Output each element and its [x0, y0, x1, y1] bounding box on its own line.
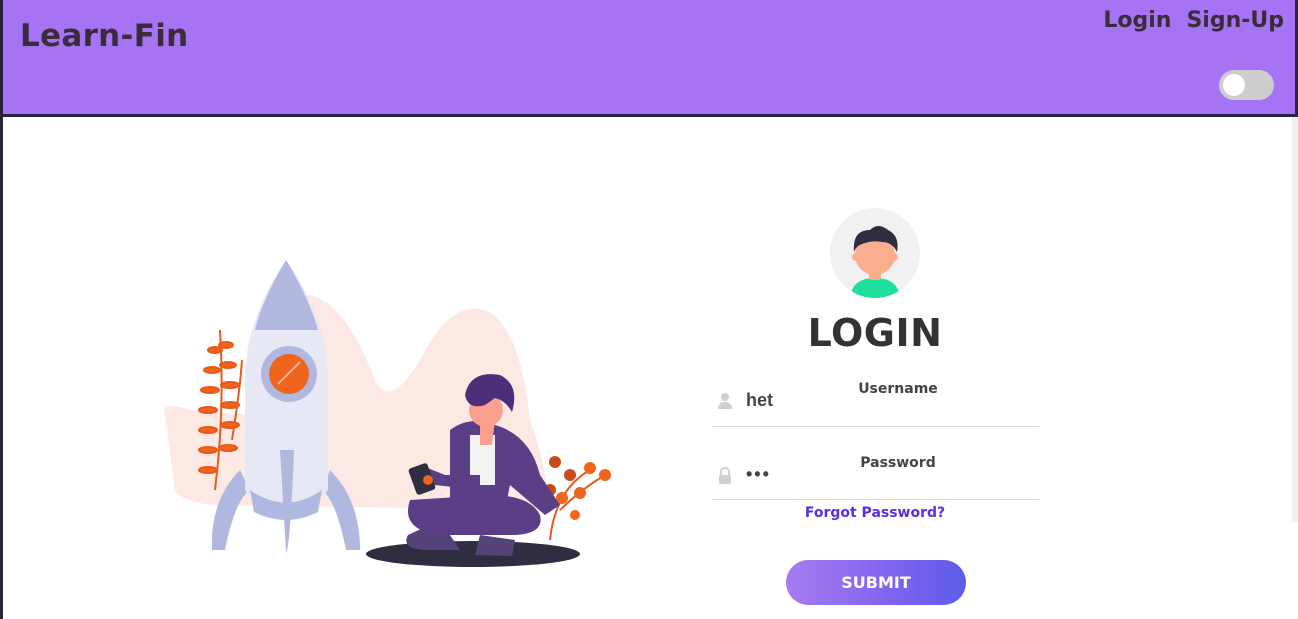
submit-button[interactable]: SUBMIT [786, 560, 966, 605]
brand-logo[interactable]: Learn-Fin [20, 18, 189, 54]
avatar-icon [850, 226, 900, 298]
password-input[interactable] [746, 464, 1026, 485]
login-title: LOGIN [807, 311, 943, 355]
navbar: Learn-Fin Login Sign-Up [0, 0, 1298, 117]
nav-login-link[interactable]: Login [1103, 8, 1171, 33]
user-avatar [830, 208, 920, 298]
nav-signup-link[interactable]: Sign-Up [1186, 8, 1284, 33]
theme-toggle[interactable] [1219, 70, 1274, 100]
password-field: Password [713, 452, 1039, 500]
username-input[interactable] [746, 390, 1026, 411]
user-icon [718, 393, 732, 409]
lock-icon [719, 466, 731, 484]
nav-links: Login Sign-Up [1103, 8, 1284, 33]
username-field: Username [713, 378, 1039, 427]
rocket-illustration [164, 260, 611, 567]
scrollbar[interactable] [1292, 117, 1298, 522]
toggle-knob [1223, 74, 1245, 96]
ground-shadow [366, 541, 580, 567]
forgot-password-link[interactable]: Forgot Password? [700, 505, 1050, 521]
